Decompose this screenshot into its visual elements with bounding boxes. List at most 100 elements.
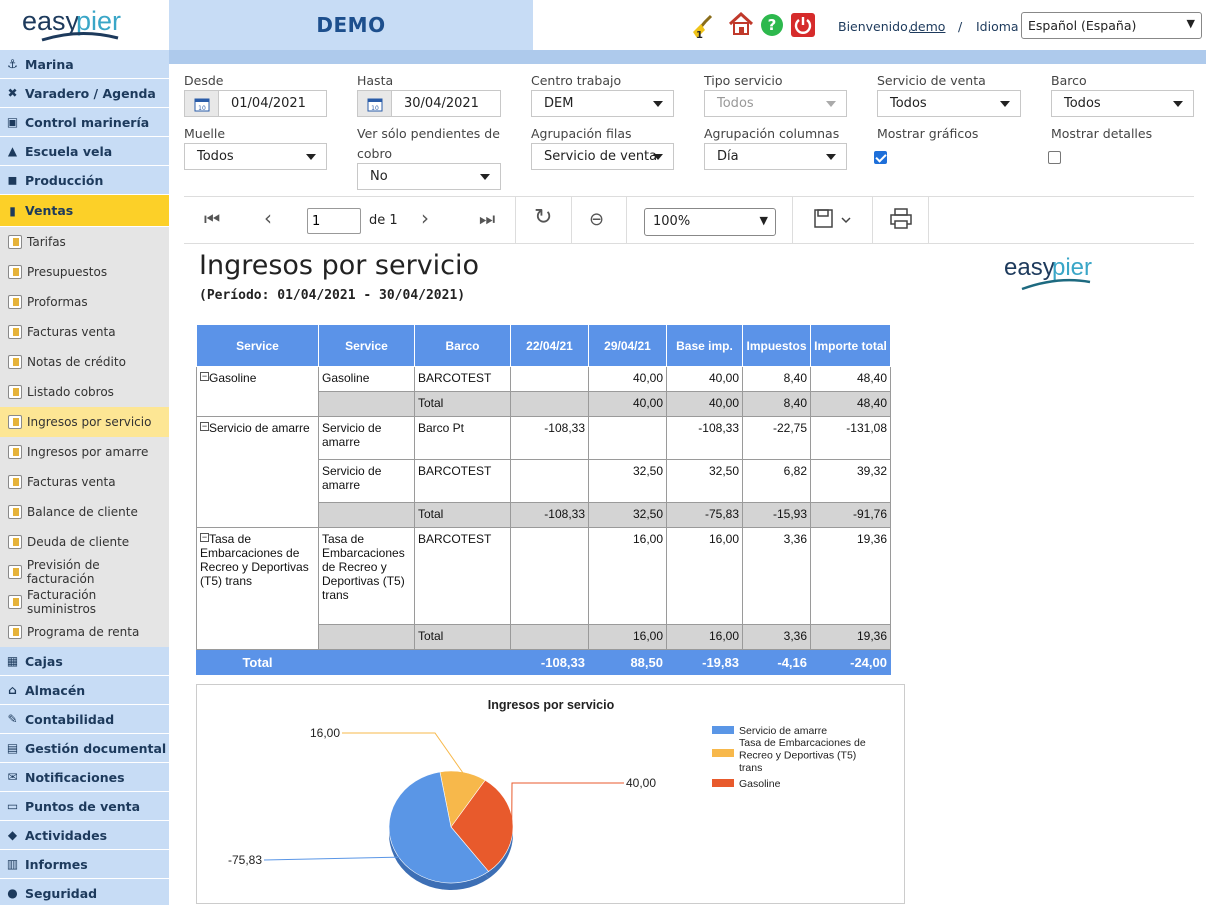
sidebar-subitem-label: Listado cobros	[27, 385, 114, 399]
cell-value: -24,00	[850, 654, 887, 670]
back-icon[interactable]: ⊖	[589, 209, 604, 230]
muelle-select[interactable]: Todos	[184, 143, 327, 170]
barco-select[interactable]: Todos	[1051, 90, 1194, 117]
column-header[interactable]: 29/04/21	[588, 324, 667, 367]
sidebar-subitem[interactable]: Listado cobros	[0, 377, 169, 407]
sidebar-subitem[interactable]: Facturación suministros	[0, 587, 169, 617]
column-header[interactable]: Barco	[414, 324, 511, 367]
collapse-icon[interactable]: −	[200, 533, 209, 542]
sidebar-item-informes[interactable]: ▥ Informes	[0, 850, 169, 879]
sidebar-item-puntos-de-venta[interactable]: ▭ Puntos de venta	[0, 792, 169, 821]
last-page-icon[interactable]: ⏭	[479, 209, 495, 230]
sidebar-item-actividades[interactable]: ◆ Actividades	[0, 821, 169, 850]
sidebar-subitem[interactable]: Presupuestos	[0, 257, 169, 287]
sidebar-subitem[interactable]: Balance de cliente	[0, 497, 169, 527]
hasta-date-input[interactable]: 10 30/04/2021	[357, 90, 501, 117]
agrup-cols-value: Día	[717, 149, 739, 164]
sidebar-item-almacén[interactable]: ⌂ Almacén	[0, 676, 169, 705]
sidebar-item-producción[interactable]: ◼ Producción	[0, 166, 169, 195]
table-cell: 40,00	[588, 366, 667, 392]
sidebar-item-label: Cajas	[25, 653, 63, 669]
column-header[interactable]: Service	[196, 324, 319, 367]
sidebar-item-ventas[interactable]: ▮ Ventas	[0, 195, 169, 227]
table-cell: 3,36	[742, 624, 811, 650]
sidebar-subitem[interactable]: Tarifas	[0, 227, 169, 257]
column-header[interactable]: Importe total	[810, 324, 891, 367]
tipo-select[interactable]: Todos	[704, 90, 847, 117]
column-header[interactable]: Impuestos	[742, 324, 811, 367]
report-icon	[8, 565, 22, 579]
data-label-2: 40,00	[626, 776, 656, 790]
table-cell: 32,50	[588, 459, 667, 503]
power-icon[interactable]	[791, 13, 815, 37]
sidebar-subitem[interactable]: Proformas	[0, 287, 169, 317]
zoom-select[interactable]: 100% ▼	[644, 208, 776, 236]
table-cell: 40,00	[666, 391, 743, 417]
cell-value: 48,40	[856, 371, 887, 385]
collapse-icon[interactable]: −	[200, 422, 209, 431]
save-icon[interactable]	[814, 209, 854, 231]
graficos-checkbox[interactable]	[874, 151, 887, 164]
centro-select[interactable]: DEM	[531, 90, 674, 117]
refresh-icon[interactable]: ↻	[534, 205, 552, 230]
table-header-row: Service Service Barco 22/04/21 29/04/21 Base …	[196, 324, 891, 367]
sidebar-item-marina[interactable]: ⚓ Marina	[0, 50, 169, 79]
sidebar-subitem[interactable]: Notas de crédito	[0, 347, 169, 377]
cell-value: -108,33	[540, 654, 585, 670]
servicio-select[interactable]: Todos	[877, 90, 1021, 117]
detalles-label: Mostrar detalles	[1051, 126, 1153, 141]
cell-value: 32,50	[632, 507, 663, 521]
home-icon[interactable]	[728, 11, 754, 37]
desde-label: Desde	[184, 73, 224, 88]
page-input[interactable]	[307, 208, 361, 234]
table-cell: 16,00	[588, 624, 667, 650]
sidebar-subitem[interactable]: Facturas venta	[0, 467, 169, 497]
column-header[interactable]: Base imp.	[666, 324, 743, 367]
table-cell: 40,00	[588, 391, 667, 417]
next-page-icon[interactable]: ›	[421, 206, 429, 230]
sidebar-item-control-marinería[interactable]: ▣ Control marinería	[0, 108, 169, 137]
column-header[interactable]: 22/04/21	[510, 324, 589, 367]
sidebar-subitem[interactable]: Facturas venta	[0, 317, 169, 347]
sidebar-subitem[interactable]: Programa de renta	[0, 617, 169, 647]
table-cell: 8,40	[742, 391, 811, 417]
sidebar-item-cajas[interactable]: ▦ Cajas	[0, 647, 169, 676]
sidebar-subitem[interactable]: Ingresos por servicio	[0, 407, 169, 437]
column-header[interactable]: Service	[318, 324, 415, 367]
table-cell: 3,36	[742, 527, 811, 625]
pendientes-select[interactable]: No	[357, 163, 501, 190]
calendar-icon[interactable]: 10	[185, 91, 219, 116]
detalles-checkbox[interactable]	[1048, 151, 1061, 164]
cell-value: 39,32	[856, 464, 887, 478]
sidebar-subitem[interactable]: Deuda de cliente	[0, 527, 169, 557]
sidebar-item-escuela-vela[interactable]: ▲ Escuela vela	[0, 137, 169, 166]
cell-value: 16,00	[632, 629, 663, 643]
sidebar-subitem[interactable]: Ingresos por amarre	[0, 437, 169, 467]
print-icon[interactable]	[890, 208, 912, 230]
warehouse-icon: ⌂	[8, 683, 17, 697]
caret-down-icon	[480, 174, 490, 180]
cell-value: BARCOTEST	[418, 464, 492, 478]
sidebar-item-notificaciones[interactable]: ✉ Notificaciones	[0, 763, 169, 792]
logo[interactable]: easy pier	[0, 0, 169, 50]
user-link[interactable]: demo	[910, 19, 945, 34]
table-cell: − Gasoline	[196, 366, 319, 417]
table-cell: BARCOTEST	[414, 527, 511, 625]
desde-date-input[interactable]: 10 01/04/2021	[184, 90, 327, 117]
prev-page-icon[interactable]: ‹	[264, 206, 272, 230]
sidebar-item-gestión-documental[interactable]: ▤ Gestión documental	[0, 734, 169, 763]
agrup-cols-select[interactable]: Día	[704, 143, 847, 170]
sidebar-subitem[interactable]: Previsión de facturación	[0, 557, 169, 587]
broom-icon[interactable]	[691, 12, 717, 42]
calendar-icon[interactable]: 10	[358, 91, 392, 116]
collapse-icon[interactable]: −	[200, 372, 209, 381]
help-icon[interactable]: ?	[760, 13, 784, 37]
sidebar-item-contabilidad[interactable]: ✎ Contabilidad	[0, 705, 169, 734]
first-page-icon[interactable]: ⏮	[204, 209, 220, 230]
agrup-filas-select[interactable]: Servicio de venta	[531, 143, 674, 170]
sidebar-item-varadero-agenda[interactable]: ✖ Varadero / Agenda	[0, 79, 169, 108]
table-cell: BARCOTEST	[414, 459, 511, 503]
caret-down-icon	[653, 154, 663, 160]
sidebar-item-seguridad[interactable]: ● Seguridad	[0, 879, 169, 905]
language-select[interactable]: Español (España) ▼	[1021, 12, 1202, 39]
